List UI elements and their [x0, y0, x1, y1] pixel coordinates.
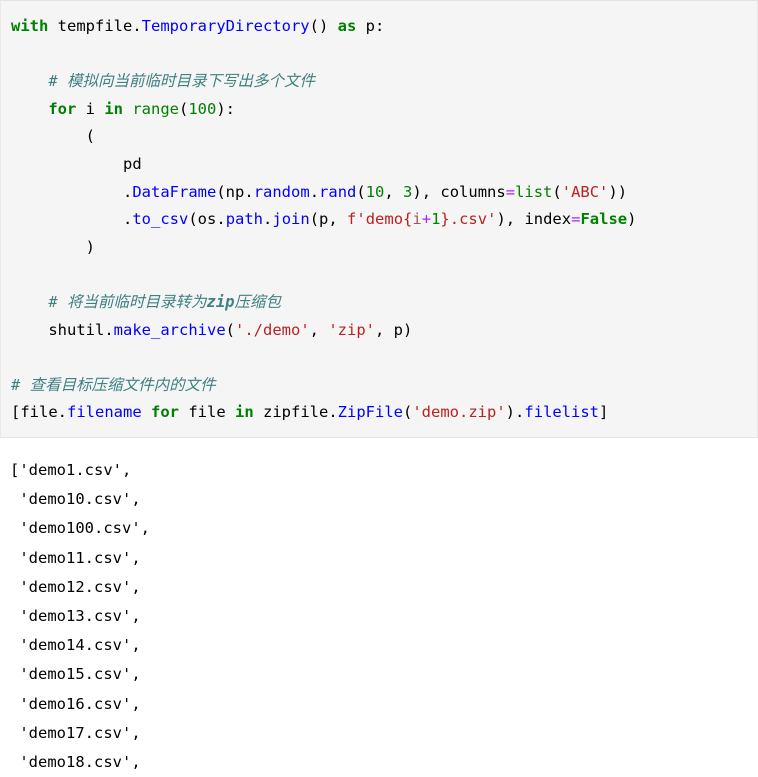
token-dot: .	[263, 210, 273, 229]
token-paren-open: (	[179, 99, 189, 118]
token-keyword-false: False	[580, 210, 628, 229]
token-dot: .	[244, 182, 254, 201]
token-group-close: )	[11, 237, 95, 256]
token-keyword-with: with	[11, 17, 49, 35]
token-paren-open: (	[225, 320, 235, 339]
token-keyword-for: for	[48, 99, 77, 118]
token-module-shutil: shutil	[48, 320, 105, 339]
token-fn-to-csv: to_csv	[132, 210, 189, 229]
token-close-paren: ),	[412, 182, 441, 201]
token-paren-open: (	[188, 210, 198, 229]
token-colon: :	[375, 17, 385, 35]
token-fn-make-archive: make_archive	[113, 320, 226, 339]
token-dot: .	[132, 17, 142, 35]
token-keyword-in: in	[104, 99, 123, 118]
token-kwarg-index: index	[524, 210, 572, 229]
token-fstring-prefix: f'demo	[347, 210, 404, 229]
token-keyword-for: for	[141, 403, 179, 422]
token-keyword-in: in	[235, 403, 254, 422]
token-close-parens: ))	[608, 182, 628, 201]
token-dot: .	[328, 403, 338, 422]
code-cell[interactable]: with tempfile.TemporaryDirectory() as p:…	[0, 0, 758, 438]
token-class-zipfile: ZipFile	[337, 403, 403, 422]
token-var-p: p	[365, 17, 375, 35]
token-parens: ()	[309, 17, 329, 35]
token-group-open: (	[11, 127, 95, 146]
token-paren-open: (	[216, 182, 226, 201]
token-string-abc: 'ABC'	[561, 182, 609, 201]
token-comma: ,	[384, 182, 404, 201]
token-paren-open: (	[403, 403, 413, 422]
token-var-i: i	[76, 99, 105, 118]
token-dot: .	[515, 403, 525, 422]
comment-zip-keyword: zip	[206, 292, 235, 311]
token-paren-close: )	[505, 403, 516, 422]
token-string-zip: 'zip'	[328, 320, 375, 339]
token-module-np: np	[225, 182, 245, 201]
token-number-3: 3	[403, 182, 413, 201]
token-fstring-var-i: i	[412, 210, 422, 229]
token-var-file: file	[20, 403, 58, 422]
token-var-file2: file	[179, 403, 235, 422]
token-module-zipfile: zipfile	[253, 403, 329, 422]
token-builtin-list: list	[515, 182, 553, 201]
token-fstring-brace-open: {	[403, 210, 413, 229]
token-number-100: 100	[188, 99, 217, 118]
token-fstring-brace-close: }	[440, 210, 450, 229]
token-module-pd: pd	[11, 154, 142, 173]
token-operator-equals: =	[505, 182, 516, 201]
token-paren-open: (	[309, 210, 320, 229]
token-fstring-suffix: .csv'	[449, 210, 497, 229]
token-comma: ,	[309, 320, 329, 339]
token-paren-open: (	[356, 182, 366, 201]
token-fstring-operator-plus: +	[421, 210, 432, 229]
code-source[interactable]: with tempfile.TemporaryDirectory() as p:…	[1, 13, 757, 427]
token-fn-temporarydirectory: TemporaryDirectory	[141, 17, 310, 35]
token-dot: .	[104, 320, 114, 339]
token-attr-random: random	[253, 182, 310, 201]
token-var-p: p	[319, 210, 329, 229]
token-attr-path: path	[225, 210, 264, 229]
token-fn-join: join	[272, 210, 310, 229]
token-dot: .	[57, 403, 68, 422]
output-text: ['demo1.csv', 'demo10.csv', 'demo100.csv…	[10, 460, 150, 771]
token-close-paren: ),	[496, 210, 525, 229]
token-paren-open: (	[552, 182, 562, 201]
token-number-10: 10	[365, 182, 385, 201]
token-paren-close: )	[403, 320, 413, 339]
token-paren-close-colon: ):	[216, 99, 236, 118]
token-bracket-open: [	[11, 403, 21, 422]
comment-write-files: # 模拟向当前临时目录下写出多个文件	[11, 72, 315, 91]
token-comma: ,	[328, 210, 348, 229]
token-fn-rand: rand	[319, 182, 357, 201]
token-var-p: p	[393, 320, 404, 339]
token-dot: .	[122, 182, 133, 201]
token-string-demo-path: './demo'	[235, 320, 310, 339]
token-bracket-close: ]	[599, 403, 609, 422]
token-dot: .	[216, 210, 226, 229]
comment-inspect-archive: # 查看目标压缩文件内的文件	[11, 375, 216, 394]
token-paren-close: )	[627, 210, 637, 229]
token-attr-filename: filename	[67, 403, 142, 422]
cell-output-area: ['demo1.csv', 'demo10.csv', 'demo100.csv…	[0, 437, 758, 777]
token-kwarg-columns: columns	[440, 182, 506, 201]
comment-zip-archive-post: 压缩包	[234, 292, 282, 311]
token-fn-dataframe: DataFrame	[132, 182, 217, 201]
token-attr-filelist: filelist	[524, 403, 600, 422]
token-keyword-as: as	[328, 17, 366, 35]
token-dot: .	[122, 210, 133, 229]
token-dot: .	[309, 182, 320, 201]
token-builtin-range: range	[123, 99, 179, 118]
token-module-os: os	[197, 210, 217, 229]
token-comma: ,	[375, 320, 394, 339]
token-string-demo-zip: 'demo.zip'	[412, 403, 506, 422]
token-module-tempfile: tempfile	[48, 17, 133, 35]
comment-zip-archive-pre: # 将当前临时目录转为	[11, 292, 207, 311]
